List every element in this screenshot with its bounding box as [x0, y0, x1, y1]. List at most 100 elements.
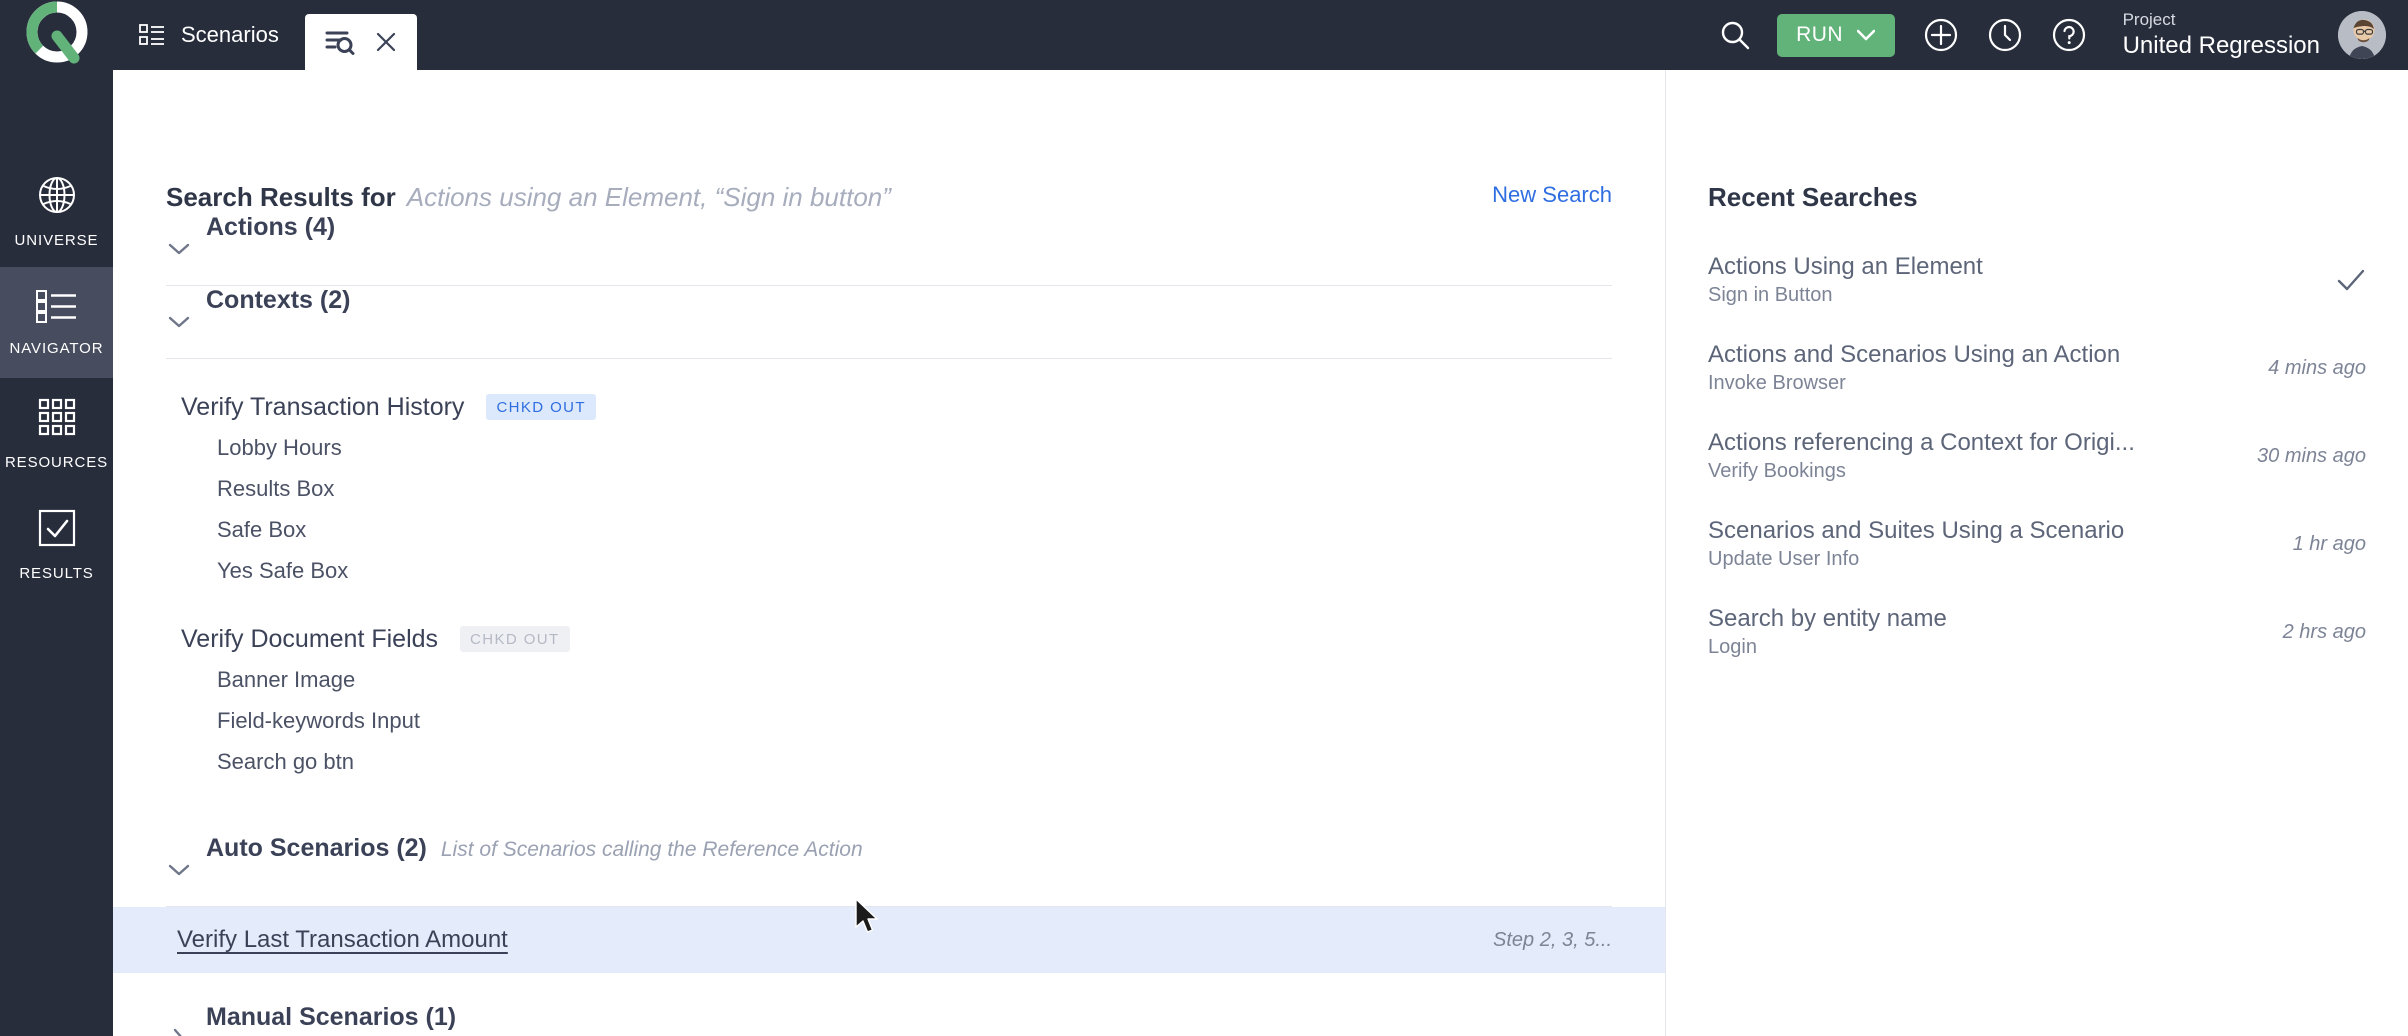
tab-label: Scenarios: [181, 22, 279, 48]
check-icon: [2312, 268, 2366, 292]
recent-searches-panel: Recent Searches Actions Using an Element…: [1666, 70, 2408, 1036]
recent-searches-list: Actions Using an Element Sign in Button …: [1708, 253, 2366, 693]
list-item[interactable]: Scenarios and Suites Using a Scenario Up…: [1708, 517, 2366, 605]
section-title: Manual Scenarios (1): [206, 1003, 456, 1032]
sidebar-item-results[interactable]: RESULTS: [0, 489, 113, 600]
sidebar-item-label: RESULTS: [19, 565, 93, 582]
recent-item-subtitle: Invoke Browser: [1708, 372, 2120, 395]
list-item[interactable]: Search go btn: [166, 741, 1612, 782]
project-name: United Regression: [2123, 31, 2320, 60]
recent-item-subtitle: Verify Bookings: [1708, 460, 2135, 483]
recent-item-title: Actions referencing a Context for Origi.…: [1708, 429, 2135, 457]
recent-item-time: 4 mins ago: [2244, 357, 2366, 380]
section-title: Actions (4): [206, 213, 335, 242]
topbar-actions: RUN: [1703, 0, 2408, 70]
list-item[interactable]: Actions referencing a Context for Origi.…: [1708, 429, 2366, 517]
new-search-link[interactable]: New Search: [1492, 182, 1612, 208]
tab-strip: Scenarios: [113, 0, 417, 70]
results-header: Search Results for Actions using an Elem…: [113, 70, 1665, 213]
page-title: Search Results for: [166, 182, 396, 213]
recent-item-time: 30 mins ago: [2233, 445, 2366, 468]
recent-item-title: Search by entity name: [1708, 605, 1947, 633]
context-group: Verify Transaction History CHKD OUT Lobb…: [166, 359, 1612, 591]
chevron-right-icon[interactable]: [166, 1028, 192, 1036]
list-item[interactable]: Safe Box: [166, 509, 1612, 550]
search-query-text: Actions using an Element, “Sign in butto…: [407, 182, 891, 213]
list-item[interactable]: Lobby Hours: [166, 427, 1612, 468]
section-subtitle: List of Scenarios calling the Reference …: [441, 838, 863, 862]
recent-item-time: 2 hrs ago: [2259, 621, 2366, 644]
checkbox-icon: [36, 507, 78, 554]
list-item[interactable]: Actions and Scenarios Using an Action In…: [1708, 341, 2366, 429]
tab-close-icon[interactable]: [375, 31, 397, 53]
recent-item-text: Search by entity name Login: [1708, 605, 1947, 659]
left-sidebar: UNIVERSE NAVIGATOR: [0, 70, 113, 1036]
tab-scenarios[interactable]: Scenarios: [113, 0, 305, 70]
sidebar-item-resources[interactable]: RESOURCES: [0, 378, 113, 489]
recent-item-text: Scenarios and Suites Using a Scenario Up…: [1708, 517, 2124, 571]
context-header[interactable]: Verify Document Fields CHKD OUT: [166, 619, 1612, 659]
clock-icon[interactable]: [1973, 0, 2037, 70]
list-item[interactable]: Field-keywords Input: [166, 700, 1612, 741]
list-item[interactable]: Search by entity name Login 2 hrs ago: [1708, 605, 2366, 693]
chevron-down-icon[interactable]: [166, 242, 192, 256]
results-sections-lower: Manual Scenarios (1): [166, 1003, 1612, 1036]
project-label: Project: [2123, 10, 2320, 31]
plus-circle-icon[interactable]: [1909, 0, 1973, 70]
sidebar-item-navigator[interactable]: NAVIGATOR: [0, 267, 113, 378]
sidebar-item-label: UNIVERSE: [15, 232, 99, 249]
scenario-steps: Step 2, 3, 5...: [1493, 929, 1612, 952]
section-title: Contexts (2): [206, 286, 350, 315]
q-logo-icon: [18, 0, 96, 74]
grid-icon: [36, 396, 78, 443]
context-group: Verify Document Fields CHKD OUT Banner I…: [166, 591, 1612, 782]
recent-item-text: Actions referencing a Context for Origi.…: [1708, 429, 2135, 483]
chevron-down-icon[interactable]: [166, 315, 192, 329]
section-contexts[interactable]: Contexts (2): [166, 286, 1612, 358]
avatar[interactable]: [2338, 11, 2386, 59]
table-row[interactable]: Verify Last Transaction Amount Step 2, 3…: [113, 907, 1665, 973]
recent-item-subtitle: Sign in Button: [1708, 284, 1983, 307]
context-header[interactable]: Verify Transaction History CHKD OUT: [166, 387, 1612, 427]
run-button[interactable]: RUN: [1777, 14, 1895, 57]
search-list-icon: [325, 28, 355, 56]
list-icon: [139, 22, 165, 48]
recent-item-text: Actions Using an Element Sign in Button: [1708, 253, 1983, 307]
recent-searches-title: Recent Searches: [1708, 182, 2366, 213]
context-name: Verify Transaction History: [181, 393, 464, 422]
sidebar-item-universe[interactable]: UNIVERSE: [0, 156, 113, 267]
section-manual-scenarios[interactable]: Manual Scenarios (1): [166, 1003, 1612, 1036]
search-icon[interactable]: [1703, 0, 1767, 70]
status-badge: CHKD OUT: [460, 626, 570, 652]
app-logo[interactable]: [0, 0, 113, 70]
recent-item-title: Actions Using an Element: [1708, 253, 1983, 281]
list-item[interactable]: Results Box: [166, 468, 1612, 509]
chevron-down-icon[interactable]: [166, 863, 192, 877]
chevron-down-icon: [1857, 23, 1875, 47]
content-area: Search Results for Actions using an Elem…: [113, 70, 2408, 1036]
list-item[interactable]: Yes Safe Box: [166, 550, 1612, 591]
section-title: Auto Scenarios (2): [206, 834, 427, 863]
scenario-name-link[interactable]: Verify Last Transaction Amount: [166, 926, 508, 954]
question-circle-icon[interactable]: [2037, 0, 2101, 70]
body: UNIVERSE NAVIGATOR: [0, 70, 2408, 1036]
results-sections: Actions (4) Contexts (2): [166, 213, 1612, 907]
globe-icon: [36, 174, 78, 221]
sidebar-item-label: RESOURCES: [5, 454, 108, 471]
context-name: Verify Document Fields: [181, 625, 438, 654]
section-actions[interactable]: Actions (4): [166, 213, 1612, 285]
recent-item-title: Actions and Scenarios Using an Action: [1708, 341, 2120, 369]
list-item[interactable]: Actions Using an Element Sign in Button: [1708, 253, 2366, 341]
recent-item-subtitle: Login: [1708, 636, 1947, 659]
top-bar: Scenarios: [0, 0, 2408, 70]
project-selector[interactable]: Project United Regression: [2101, 10, 2338, 60]
list-item[interactable]: Banner Image: [166, 659, 1612, 700]
search-results-panel: Search Results for Actions using an Elem…: [113, 70, 1665, 1036]
recent-item-subtitle: Update User Info: [1708, 548, 2124, 571]
section-auto-scenarios[interactable]: Auto Scenarios (2) List of Scenarios cal…: [166, 834, 1612, 906]
tab-search-results[interactable]: [305, 14, 417, 70]
recent-item-title: Scenarios and Suites Using a Scenario: [1708, 517, 2124, 545]
run-label: RUN: [1796, 23, 1843, 47]
recent-item-time: 1 hr ago: [2269, 533, 2366, 556]
app-root: Scenarios: [0, 0, 2408, 1036]
